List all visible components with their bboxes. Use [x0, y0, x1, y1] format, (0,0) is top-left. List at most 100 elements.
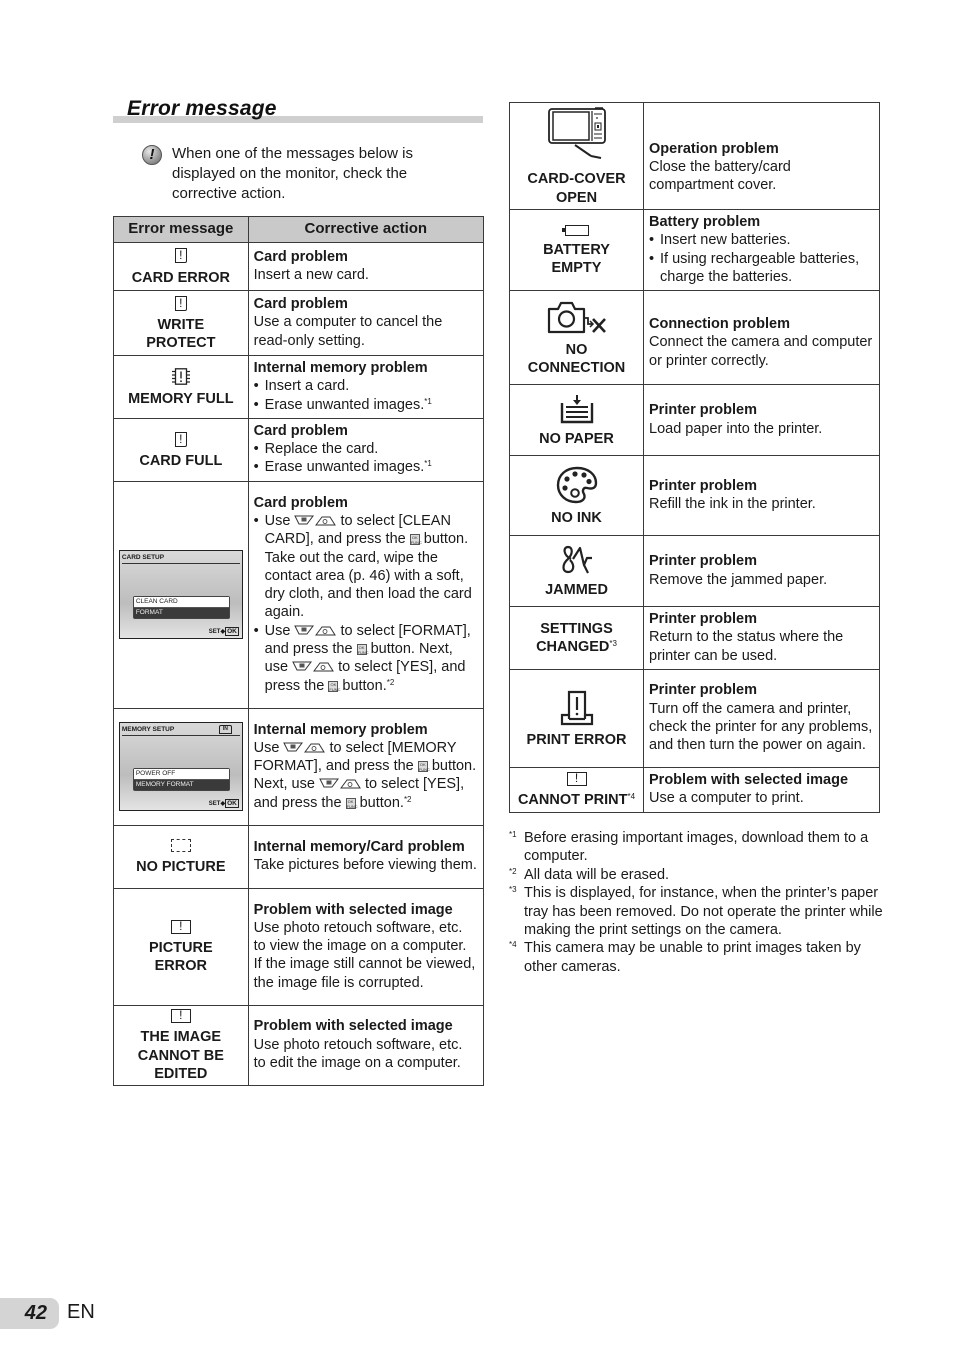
action-text: Connect the camera and computer or print… — [649, 334, 873, 369]
table-row: BATTERY EMPTY Battery problem Insert new… — [509, 208, 880, 292]
action-text: Use photo retouch software, etc. to view… — [253, 919, 476, 991]
corrective-action-cell: Problem with selected image Use photo re… — [247, 1004, 485, 1086]
problem-title: Printer problem — [649, 477, 757, 494]
bullet-text: Replace the card. — [264, 441, 379, 458]
error-message-cell: PRINT ERROR — [509, 669, 644, 769]
error-message-cell: BATTERY EMPTY — [509, 208, 644, 292]
table-row: NO INK Printer problem Refill the ink in… — [509, 455, 880, 537]
table-row: PRINT ERROR Printer problem Turn off the… — [509, 669, 880, 769]
error-message-cell: NO PAPER — [509, 384, 644, 457]
footnote: *2 All data will be erased. — [509, 866, 884, 884]
card-error-icon — [174, 248, 187, 264]
table-row: MEMORY FULL Internal memory problem Inse… — [113, 355, 485, 419]
menu-option-clean-card: CLEAN CARD — [133, 597, 229, 609]
error-message-label: NO CONNECTION — [527, 342, 626, 377]
jammed-icon — [561, 546, 592, 574]
footnote-text: All data will be erased. — [524, 866, 670, 883]
error-message-label: CANNOT PRINT*4 — [510, 791, 643, 809]
problem-title: Internal memory/Card problem — [253, 838, 465, 855]
problem-title: Internal memory problem — [253, 360, 428, 376]
error-message-text: CANNOT PRINT — [517, 792, 628, 809]
problem-title: Card problem — [253, 296, 348, 313]
page-number-tab: 42 — [0, 1298, 59, 1329]
footnote-mark: *1 — [509, 830, 517, 839]
footnote-mark: *4 — [509, 940, 517, 950]
action-text: Close the battery/card compartment cover… — [649, 158, 791, 194]
error-message-cell: CARD FULL — [113, 417, 249, 482]
error-message-label: MEMORY FULL — [128, 390, 234, 407]
error-message-text: SETTINGS CHANGED — [536, 620, 613, 656]
footnote-ref: *1 — [424, 396, 432, 406]
no-connection-icon — [547, 301, 606, 333]
bullet-text: Use — [264, 512, 291, 529]
error-message-label: PRINT ERROR — [526, 732, 627, 749]
camera-card-cover-icon — [547, 107, 606, 160]
table-row: JAMMED Printer problem Remove the jammed… — [509, 535, 880, 608]
footnote-ref: *2 — [403, 794, 412, 804]
problem-title: Printer problem — [649, 611, 757, 628]
corrective-action-cell: Printer problem Return to the status whe… — [643, 606, 880, 671]
action-text: Use to select [MEMORY FORMAT], and press… — [254, 739, 477, 812]
corrective-action-cell: Connection problem Connect the camera an… — [643, 290, 880, 386]
page-heading: Error message — [127, 97, 277, 120]
up-down-arrow-buttons-icon — [294, 515, 336, 526]
error-message-cell: CARD-COVER OPEN — [509, 102, 644, 210]
caution-note: ! When one of the messages below is disp… — [142, 144, 472, 204]
corrective-action-cell: Problem with selected image Use a comput… — [643, 767, 880, 813]
problem-title: Printer problem — [649, 402, 757, 419]
card-error-icon — [174, 295, 187, 311]
corrective-action-cell: Printer problem Turn off the camera and … — [643, 669, 880, 769]
up-down-arrow-buttons-icon — [319, 778, 361, 789]
error-message-label: WRITE PROTECT — [146, 316, 216, 352]
footnote-text: Before erasing important images, downloa… — [524, 830, 869, 865]
problem-title: Card problem — [253, 248, 348, 265]
corrective-action-cell: Printer problem Refill the ink in the pr… — [643, 455, 880, 537]
action-bullet: Use to select [FORMAT], and press the OK… — [254, 622, 477, 695]
no-paper-icon — [560, 395, 593, 424]
footnote: *4 This camera may be unable to print ima… — [509, 939, 884, 976]
bullet-text: Use — [264, 622, 291, 639]
problem-title: Operation problem — [649, 140, 779, 157]
problem-title: Card problem — [253, 422, 348, 439]
action-bullet-list: Insert a card. Erase unwanted images.*1 — [254, 377, 477, 414]
corrective-action-cell: Printer problem Load paper into the prin… — [643, 384, 880, 457]
table-row: CARD SETUP CLEAN CARD FORMAT SET◆ OK Card… — [113, 480, 485, 709]
table-row: NO CONNECTION Connection problem Connect… — [509, 290, 880, 386]
menu-option-format: FORMAT — [133, 608, 229, 619]
problem-title: Connection problem — [649, 316, 790, 333]
card-error-icon — [174, 431, 187, 447]
up-down-arrow-buttons-icon — [294, 625, 336, 636]
error-message-cell: SETTINGS CHANGED*3 — [509, 606, 644, 671]
error-message-label: NO PAPER — [539, 430, 614, 447]
picture-error-icon — [170, 1009, 191, 1024]
error-message-label: CARD ERROR — [131, 269, 230, 286]
no-picture-icon — [170, 839, 191, 853]
problem-title: Printer problem — [649, 682, 757, 699]
problem-title: Card problem — [253, 494, 348, 511]
table-header-row: Error message Corrective action — [113, 216, 485, 243]
table-row: PICTURE ERROR Problem with selected imag… — [113, 887, 485, 1006]
problem-title: Problem with selected image — [253, 1018, 453, 1035]
error-message-label: NO INK — [551, 510, 602, 527]
table-row: WRITE PROTECT Card problem Use a compute… — [113, 290, 485, 356]
error-message-cell: MEMORY SETUP IN POWER OFF MEMORY FORMAT … — [113, 707, 249, 826]
menu-option-memory-format: MEMORY FORMAT — [133, 780, 229, 791]
table-row: CARD ERROR Card problem Insert a new car… — [113, 242, 485, 291]
action-bullet: Insert new batteries. — [649, 231, 873, 250]
table-row: CARD FULL Card problem Replace the card.… — [113, 417, 485, 482]
error-table-left: Error message Corrective action CARD ERR… — [113, 216, 485, 1086]
error-message-label: CARD FULL — [139, 452, 223, 469]
error-message-cell: NO CONNECTION — [509, 290, 644, 386]
footnote-mark: *2 — [509, 866, 517, 876]
action-bullet: Replace the card. — [254, 440, 477, 459]
problem-title: Problem with selected image — [649, 772, 849, 789]
table-row: CARD-COVER OPEN Operation problem Close … — [509, 102, 880, 210]
memory-setup-screen: MEMORY SETUP IN POWER OFF MEMORY FORMAT … — [118, 722, 243, 812]
action-bullet: Erase unwanted images.*1 — [254, 396, 477, 415]
memory-error-icon — [171, 367, 190, 385]
error-message-label: NO PICTURE — [136, 858, 226, 875]
no-ink-icon — [556, 466, 597, 504]
action-text: Use a computer to cancel the read-only s… — [253, 314, 443, 349]
action-bullet: If using rechargeable batteries, charge … — [649, 250, 873, 287]
action-bullet-list: Use to select [CLEAN CARD], and press th… — [254, 512, 477, 695]
